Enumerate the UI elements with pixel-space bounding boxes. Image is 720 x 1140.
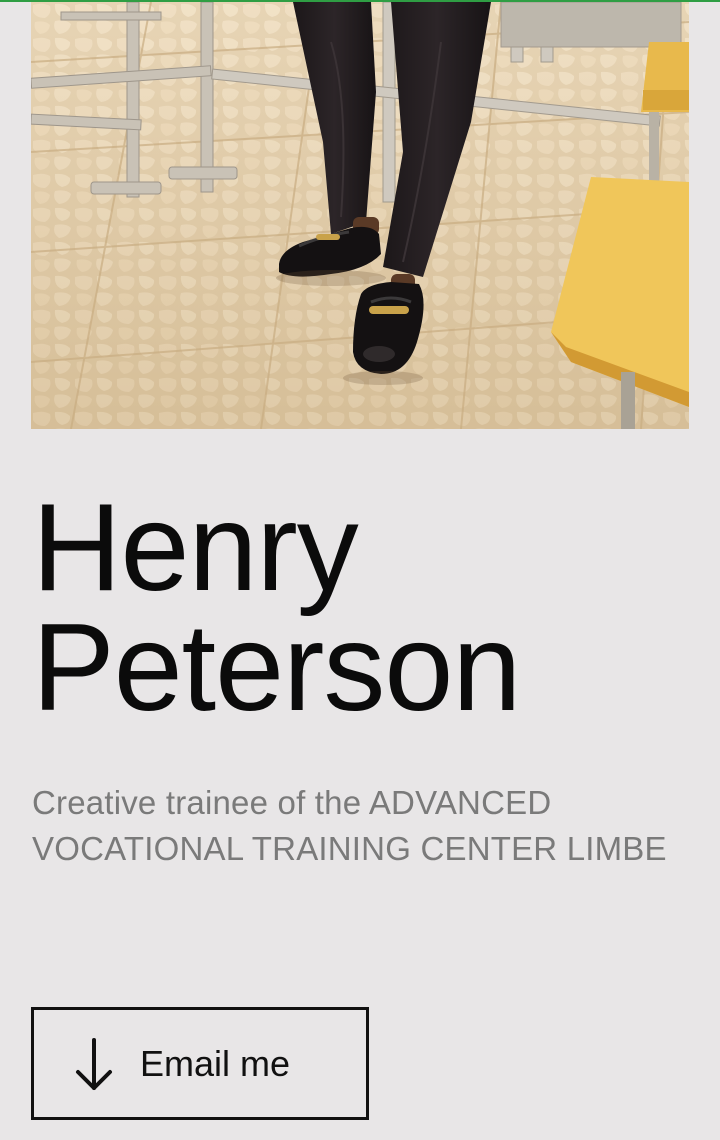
- first-name: Henry: [32, 479, 359, 617]
- email-me-label: Email me: [140, 1043, 291, 1084]
- last-name: Peterson: [32, 599, 521, 737]
- profile-name: Henry Peterson: [32, 479, 521, 737]
- profile-photo: [31, 2, 689, 429]
- email-me-button[interactable]: Email me: [31, 1007, 369, 1120]
- arrow-down-icon: [76, 1038, 112, 1090]
- profile-tagline: Creative trainee of the ADVANCED VOCATIO…: [32, 784, 667, 867]
